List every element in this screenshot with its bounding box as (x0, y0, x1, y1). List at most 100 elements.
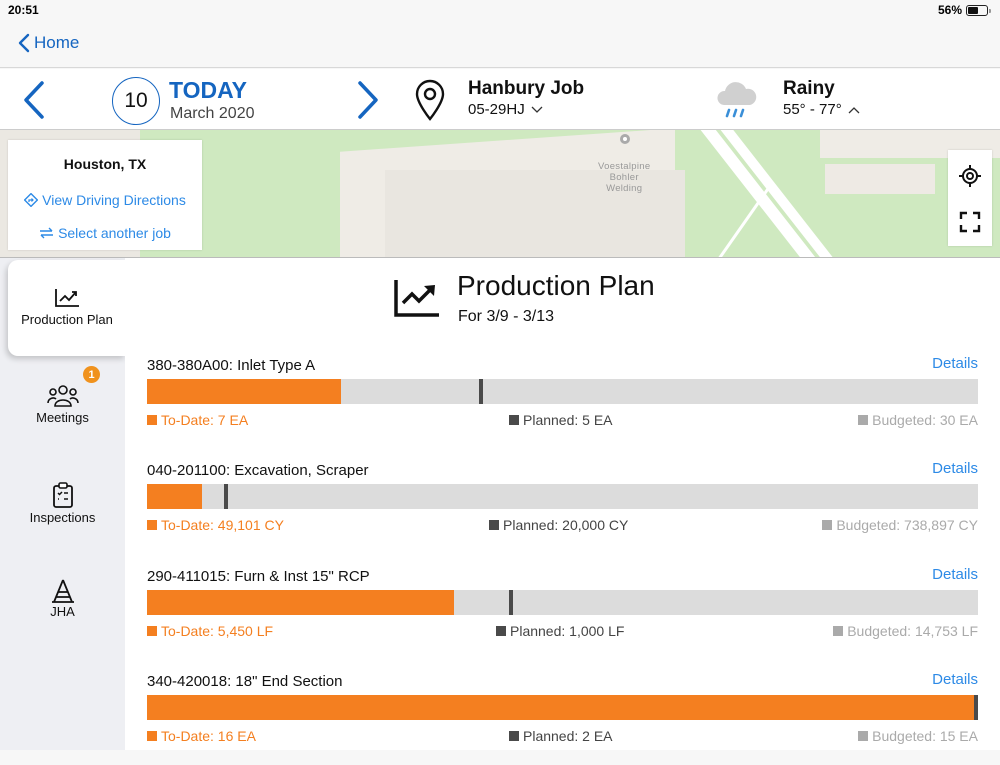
to-date-swatch (147, 415, 157, 425)
item-title: 380-380A00: Inlet Type A (147, 357, 316, 374)
back-home-label: Home (34, 33, 80, 52)
people-group-icon (46, 385, 79, 407)
traffic-cone-icon (51, 579, 74, 603)
today-label: TODAY (169, 77, 247, 103)
to-date-swatch (147, 731, 157, 741)
item-title: 340-420018: 18" End Section (147, 673, 343, 690)
back-home-button[interactable]: Home (18, 33, 79, 53)
details-link[interactable]: Details (932, 355, 978, 372)
budgeted-swatch (833, 626, 844, 636)
sidebar-item-label: Inspections (29, 510, 96, 525)
page-title: Production Plan (457, 270, 655, 301)
poi-marker-icon (620, 134, 630, 144)
fullscreen-button[interactable] (958, 210, 982, 234)
budgeted-swatch (822, 520, 833, 530)
production-item: 380-380A00: Inlet Type A Details To-Date: … (147, 355, 978, 449)
chart-trending-icon (394, 280, 439, 317)
production-plan-panel: Production Plan For 3/9 - 3/13 380-380A0… (125, 258, 1000, 750)
planned-marker (509, 590, 514, 615)
to-date-fill (147, 590, 454, 615)
legend-to-date: To-Date: 7 EA (147, 412, 248, 428)
chart-trending-icon (55, 289, 79, 307)
status-time: 20:51 (8, 3, 39, 17)
sidebar-item-jha[interactable]: JHA (0, 578, 125, 619)
previous-day-button[interactable] (20, 79, 50, 121)
job-code: 05-29HJ (468, 101, 525, 118)
legend-planned: Planned: 20,000 CY (489, 517, 628, 533)
budgeted-swatch (858, 415, 869, 425)
progress-bar (147, 695, 978, 720)
sidebar-item-label: JHA (50, 604, 75, 619)
item-title: 040-201100: Excavation, Scraper (147, 462, 369, 479)
legend-budgeted: Budgeted: 30 EA (858, 412, 978, 428)
production-item: 040-201100: Excavation, Scraper Details To… (147, 460, 978, 554)
planned-swatch (509, 415, 519, 425)
battery-indicator: 56% (937, 3, 991, 17)
to-date-fill (147, 695, 978, 720)
production-item: 290-411015: Furn & Inst 15" RCP Details To… (147, 566, 978, 660)
legend-budgeted: Budgeted: 15 EA (858, 728, 978, 744)
location-card: Houston, TX View Driving Directions Sele… (8, 140, 202, 250)
job-selector-dropdown[interactable]: 05-29HJ (468, 101, 543, 118)
battery-icon (966, 4, 991, 16)
next-day-button[interactable] (352, 79, 382, 121)
location-city: Houston, TX (63, 156, 147, 172)
sidebar-item-label: Production Plan (21, 312, 113, 327)
to-date-swatch (147, 626, 157, 636)
to-date-swatch (147, 520, 157, 530)
job-name: Hanbury Job (468, 78, 585, 99)
to-date-fill (147, 484, 202, 509)
legend-planned: Planned: 1,000 LF (496, 623, 624, 639)
chevron-left-icon (18, 33, 30, 53)
legend-planned: Planned: 2 EA (509, 728, 613, 744)
legend-budgeted: Budgeted: 14,753 LF (833, 623, 978, 639)
chevron-up-icon (848, 106, 860, 113)
details-link[interactable]: Details (932, 671, 978, 688)
budgeted-swatch (858, 731, 869, 741)
sidebar-item-production-plan[interactable]: Production Plan (8, 260, 126, 356)
meetings-badge: 1 (83, 366, 100, 383)
swap-arrows-icon (40, 227, 54, 239)
planned-swatch (489, 520, 499, 530)
month-label: March 2020 (170, 105, 255, 122)
progress-bar (147, 590, 978, 615)
planned-swatch (496, 626, 506, 636)
view-driving-directions-link[interactable]: View Driving Directions (8, 192, 202, 208)
navigation-bar: Home (0, 20, 1000, 68)
weather-condition: Rainy (783, 78, 835, 99)
date-job-weather-bar: 10 TODAY March 2020 Hanbury Job 05-29HJ … (0, 69, 1000, 130)
production-item: 340-420018: 18" End Section Details To-Dat… (147, 671, 978, 765)
details-link[interactable]: Details (932, 566, 978, 583)
rain-cloud-icon (717, 82, 757, 118)
chevron-down-icon (531, 106, 543, 113)
location-pin-icon (415, 79, 445, 121)
poi-label: Voestalpine Bohler Welding (598, 161, 651, 194)
weather-toggle[interactable]: 55° - 77° (783, 101, 860, 118)
map-controls (948, 150, 992, 246)
progress-bar (147, 379, 978, 404)
planned-marker (974, 695, 978, 720)
legend-to-date: To-Date: 49,101 CY (147, 517, 284, 533)
status-bar: 20:51 56% (0, 0, 1000, 20)
planned-swatch (509, 731, 519, 741)
legend-to-date: To-Date: 16 EA (147, 728, 256, 744)
progress-bar (147, 484, 978, 509)
item-title: 290-411015: Furn & Inst 15" RCP (147, 568, 370, 585)
legend-budgeted: Budgeted: 738,897 CY (822, 517, 978, 533)
page-subtitle: For 3/9 - 3/13 (458, 308, 555, 325)
weather-temperature-range: 55° - 77° (783, 101, 842, 118)
directions-icon (24, 193, 39, 207)
legend-to-date: To-Date: 5,450 LF (147, 623, 273, 639)
locate-me-button[interactable] (958, 164, 982, 188)
clipboard-checklist-icon (52, 482, 73, 508)
job-location-map[interactable]: Voestalpine Bohler Welding Houston, TX V… (0, 130, 1000, 258)
planned-marker (224, 484, 229, 509)
sidebar-item-meetings[interactable]: 1 Meetings (0, 366, 125, 425)
battery-percent: 56% (937, 3, 962, 17)
details-link[interactable]: Details (932, 460, 978, 477)
select-another-job-link[interactable]: Select another job (8, 225, 202, 241)
sidebar: Production Plan 1 Meetings Inspections J… (0, 258, 126, 750)
to-date-fill (147, 379, 341, 404)
sidebar-item-inspections[interactable]: Inspections (0, 482, 125, 525)
day-number-circle: 10 (112, 77, 160, 125)
